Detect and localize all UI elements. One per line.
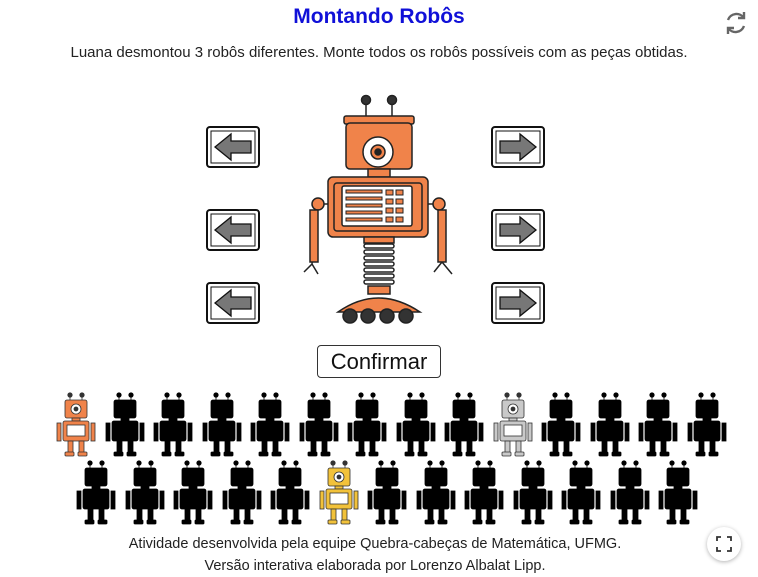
robot-preview — [298, 94, 458, 326]
robot-placeholder-icon — [392, 392, 441, 458]
credits-line-1: Atividade desenvolvida pela equipe Quebr… — [128, 536, 622, 552]
robot-placeholder-icon — [537, 392, 586, 458]
instructions-text: Luana desmontou 3 robôs diferentes. Mont… — [70, 44, 688, 61]
robot-placeholder-icon — [586, 392, 635, 458]
robot-placeholder-icon — [121, 460, 170, 526]
legs-prev-button[interactable] — [206, 282, 260, 324]
head-next-button[interactable] — [491, 126, 545, 168]
arrow-right-icon — [491, 282, 545, 324]
robot-placeholder-icon — [101, 392, 150, 458]
robot-placeholder-icon — [363, 460, 412, 526]
robot-placeholder-icon — [246, 392, 295, 458]
arrow-right-icon — [491, 209, 545, 251]
robot-placeholder-icon — [412, 460, 461, 526]
head-prev-button[interactable] — [206, 126, 260, 168]
robot-placeholder-icon — [683, 392, 732, 458]
reset-icon — [726, 12, 746, 34]
robot-placeholder-icon — [198, 392, 247, 458]
robot-placeholder-icon — [654, 460, 703, 526]
arrow-left-icon — [206, 126, 260, 168]
robot-gallery-row-1 — [52, 392, 731, 458]
robot-placeholder-icon — [440, 392, 489, 458]
fullscreen-icon — [716, 536, 732, 552]
robot-found-icon — [315, 460, 364, 526]
robot-placeholder-icon — [634, 392, 683, 458]
robot-placeholder-icon — [295, 392, 344, 458]
robot-placeholder-icon — [266, 460, 315, 526]
robot-placeholder-icon — [343, 392, 392, 458]
reset-button[interactable] — [722, 9, 750, 37]
credits-line-2: Versão interativa elaborada por Lorenzo … — [204, 558, 546, 574]
credits: Atividade desenvolvida pela equipe Quebr… — [0, 533, 750, 577]
arrow-right-icon — [491, 126, 545, 168]
arrow-left-icon — [206, 282, 260, 324]
robot-placeholder-icon — [149, 392, 198, 458]
body-next-button[interactable] — [491, 209, 545, 251]
robot-placeholder-icon — [509, 460, 558, 526]
body-prev-button[interactable] — [206, 209, 260, 251]
robot-placeholder-icon — [606, 460, 655, 526]
legs-next-button[interactable] — [491, 282, 545, 324]
fullscreen-button[interactable] — [707, 527, 741, 561]
robot-found-icon — [52, 392, 101, 458]
robot-gallery-row-2 — [72, 460, 703, 526]
robot-found-icon — [489, 392, 538, 458]
robot-placeholder-icon — [169, 460, 218, 526]
confirm-button[interactable]: Confirmar — [317, 345, 441, 378]
arrow-left-icon — [206, 209, 260, 251]
robot-placeholder-icon — [460, 460, 509, 526]
robot-placeholder-icon — [72, 460, 121, 526]
robot-placeholder-icon — [218, 460, 267, 526]
robot-placeholder-icon — [557, 460, 606, 526]
page-title: Montando Robôs — [293, 5, 465, 28]
